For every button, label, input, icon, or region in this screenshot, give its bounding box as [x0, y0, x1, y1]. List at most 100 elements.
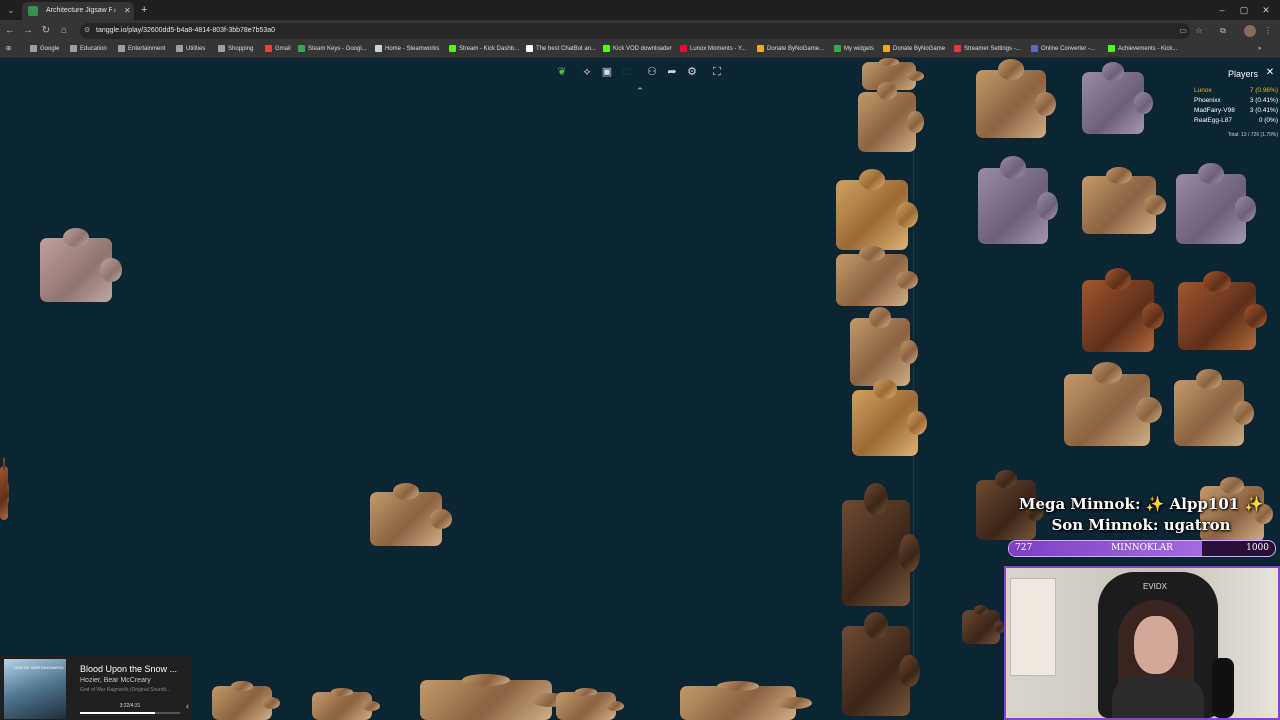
bookmark-item[interactable]: The best ChatBot an... [526, 42, 596, 57]
leaf-icon[interactable]: ❦ [554, 64, 570, 80]
profile-avatar[interactable] [1244, 25, 1256, 37]
browser-menu-icon[interactable]: ⋮ [1262, 24, 1274, 38]
kick-icon [603, 44, 610, 52]
bookmark-item[interactable]: Shopping [218, 42, 253, 57]
folder-icon [118, 44, 125, 52]
puzzle-piece[interactable] [420, 673, 571, 720]
bookmark-item[interactable]: Entertainment [118, 42, 165, 57]
puzzle-piece[interactable] [852, 379, 928, 456]
gmail-icon [265, 44, 272, 52]
puzzle-piece[interactable] [962, 604, 1006, 644]
address-bar[interactable]: ⚙ tanggle.io/play/32600dd5-b4a8-4814-803… [80, 23, 1190, 39]
players-icon[interactable]: ⚇ [644, 64, 660, 80]
webcam-shelf [1010, 578, 1056, 676]
puzzle-piece[interactable] [312, 687, 381, 720]
bookmark-item[interactable]: Home - Steamworks [375, 42, 439, 57]
puzzle-piece[interactable] [212, 680, 281, 720]
puzzle-piece[interactable] [1174, 369, 1254, 446]
puzzle-piece[interactable] [1178, 271, 1267, 350]
maximize-icon[interactable]: ▢ [1238, 3, 1250, 17]
puzzle-piece[interactable] [976, 59, 1056, 138]
active-tab[interactable]: Architecture Jigsaw Pu... ♪ ✕ [22, 2, 134, 20]
site-info-icon[interactable]: ⚙ [84, 25, 94, 37]
bookmark-item[interactable]: Utilities [176, 42, 205, 57]
bookmark-item[interactable]: Achievements - Kick... [1108, 42, 1177, 57]
back-icon[interactable]: ← [4, 24, 16, 38]
puzzle-piece[interactable] [978, 155, 1058, 244]
cast-icon[interactable]: ▭ [1177, 24, 1189, 38]
minimize-icon[interactable]: – [1216, 3, 1228, 17]
all-bookmarks-icon[interactable]: » [1258, 42, 1261, 57]
bookmark-item[interactable]: My widgets [834, 42, 874, 57]
tab-title: Architecture Jigsaw Pu... [46, 7, 112, 14]
bookmark-item[interactable]: Donate ByNoGame [883, 42, 945, 57]
chevron-left-icon[interactable]: ‹ [186, 700, 194, 712]
collapse-toolbar-icon[interactable]: ⌃ [634, 85, 646, 97]
bookmark-item[interactable]: Stream - Kick Dashb... [449, 42, 519, 57]
microphone [1212, 658, 1234, 718]
bookmark-item[interactable]: Google [30, 42, 59, 57]
puzzle-piece[interactable] [0, 457, 10, 520]
browser-tab-strip: ⌄ Architecture Jigsaw Pu... ♪ ✕ + – ▢ ✕ [0, 0, 1280, 20]
new-tab-icon[interactable]: + [141, 3, 151, 17]
bookmark-item[interactable]: Steam Keys - Googl... [298, 42, 367, 57]
minnok-banner: Mega Minnok: ✨ Alpp101 ✨ Son Minnok: uga… [1010, 492, 1272, 536]
bookmark-item[interactable]: Streamer Settings -... [954, 42, 1021, 57]
tab-close-icon[interactable]: ✕ [124, 5, 132, 17]
bookmark-item[interactable]: Lunox Moments - Y... [680, 42, 746, 57]
bookmark-item[interactable]: Donate ByNoGame... [757, 42, 824, 57]
kick-icon [1108, 44, 1115, 52]
goal-max: 1000 [1246, 543, 1269, 553]
streamer-settings-icon [954, 44, 961, 52]
puzzle-piece[interactable] [850, 307, 919, 386]
chair-brand: EVIDX [1142, 582, 1167, 591]
puzzle-piece[interactable] [1176, 162, 1256, 244]
puzzle-piece[interactable] [1082, 268, 1165, 352]
settings-icon[interactable]: ⚙ [684, 64, 700, 80]
song-album: God of War Ragnarök (Original Soundt... [80, 687, 171, 693]
streamer-body [1112, 676, 1204, 718]
tab-audio-icon[interactable]: ♪ [113, 5, 121, 17]
song-progress[interactable] [80, 712, 180, 714]
puzzle-piece[interactable] [370, 483, 453, 546]
puzzle-piece[interactable] [842, 611, 920, 716]
folder-icon [218, 44, 225, 52]
media-widget[interactable]: GOD OF WAR RAGNARÖK Blood Upon the Snow … [0, 656, 192, 720]
webcam-feed: EVIDX [1004, 566, 1280, 720]
extensions-icon[interactable]: ⧉ [1217, 24, 1229, 38]
bookmark-star-icon[interactable]: ☆ [1193, 24, 1205, 38]
reload-icon[interactable]: ↻ [40, 24, 52, 38]
puzzle-piece[interactable] [842, 483, 920, 606]
share-icon[interactable]: ➦ [664, 64, 680, 80]
bookmark-item[interactable]: Education [70, 42, 107, 57]
box-icon[interactable]: □ [619, 64, 635, 80]
puzzle-piece[interactable] [1082, 62, 1153, 134]
puzzle-piece[interactable] [1082, 166, 1167, 234]
tab-search-icon[interactable]: ⌄ [4, 3, 18, 17]
bookmark-item[interactable]: Online Converter -... [1031, 42, 1095, 57]
bookmark-item[interactable]: Kick VOD downloader [603, 42, 672, 57]
kick-icon [449, 44, 456, 52]
puzzle-piece[interactable] [680, 680, 813, 720]
players-title: Players [1228, 69, 1259, 79]
puzzle-piece[interactable] [556, 687, 625, 720]
home-icon[interactable]: ⌂ [58, 24, 70, 38]
forward-icon[interactable]: → [22, 24, 34, 38]
window-close-icon[interactable]: ✕ [1260, 3, 1272, 17]
goal-label: MINNOKLAR [1111, 543, 1173, 553]
puzzle-piece[interactable] [40, 227, 123, 302]
player-row: Lunox 7 (0.96%) [1194, 87, 1278, 94]
close-icon[interactable]: ✕ [1264, 67, 1276, 79]
streamer-face [1134, 616, 1178, 674]
bookmark-item[interactable]: Gmail [265, 42, 291, 57]
puzzle-piece[interactable] [836, 168, 919, 250]
puzzle-icon[interactable]: ⟡ [579, 64, 595, 80]
song-time: 3:22/4:31 [119, 703, 141, 709]
puzzle-piece[interactable] [1064, 362, 1163, 446]
puzzle-piece[interactable] [858, 82, 925, 152]
image-preview-icon[interactable]: ▣ [599, 64, 615, 80]
puzzle-piece[interactable] [836, 245, 919, 306]
apps-icon[interactable]: ⊞ [6, 42, 11, 57]
browser-toolbar: ← → ↻ ⌂ ⚙ tanggle.io/play/32600dd5-b4a8-… [0, 20, 1280, 42]
fullscreen-icon[interactable]: ⛶ [709, 64, 725, 80]
